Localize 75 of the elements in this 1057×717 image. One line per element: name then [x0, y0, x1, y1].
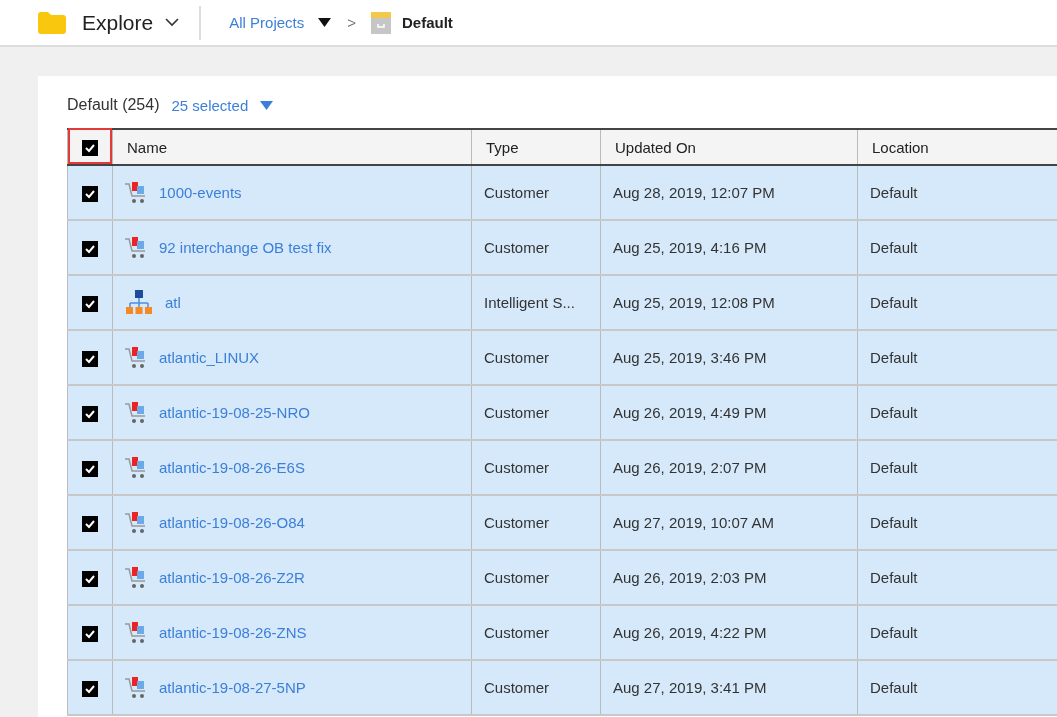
checkbox[interactable]	[82, 350, 98, 367]
shopping-cart-icon	[125, 564, 147, 591]
folder-count: Default (254)	[67, 96, 160, 114]
shopping-cart-icon	[125, 399, 147, 426]
table-cell: Aug 26, 2019, 4:49 PM	[600, 385, 858, 440]
checkbox[interactable]	[82, 460, 98, 477]
asset-link[interactable]: atlantic_LINUX	[159, 349, 260, 366]
table-cell: Customer	[471, 165, 601, 220]
asset-link[interactable]: atlantic-19-08-26-Z2R	[159, 569, 305, 586]
table-cell: Aug 26, 2019, 4:22 PM	[600, 605, 858, 660]
table-cell: Default	[857, 165, 1057, 220]
checkbox[interactable]	[82, 240, 98, 257]
table-cell: Default	[857, 495, 1057, 550]
column-header[interactable]: Location	[857, 129, 1057, 165]
table-cell: Aug 27, 2019, 3:41 PM	[600, 660, 858, 715]
table-cell: Default	[857, 220, 1057, 275]
table-cell: Default	[857, 660, 1057, 715]
table-cell: Default	[857, 275, 1057, 330]
shopping-cart-icon	[125, 179, 147, 206]
table-cell: Customer	[471, 550, 601, 605]
page-title: Explore	[82, 10, 154, 35]
table-cell: Customer	[471, 660, 601, 715]
hierarchy-icon	[125, 289, 153, 316]
shopping-cart-icon	[125, 344, 147, 371]
checkbox[interactable]	[82, 680, 98, 697]
checkbox[interactable]	[82, 405, 98, 422]
folder-icon	[38, 11, 66, 34]
column-header[interactable]: Updated On	[600, 129, 858, 165]
table-cell: Customer	[471, 495, 601, 550]
checkbox[interactable]	[82, 295, 98, 312]
shopping-cart-icon	[125, 234, 147, 261]
table-cell: Customer	[471, 440, 601, 495]
table-cell: Default	[857, 440, 1057, 495]
asset-link[interactable]: 92 interchange OB test fix	[159, 239, 332, 256]
table-cell: Aug 26, 2019, 2:03 PM	[600, 550, 858, 605]
checkbox[interactable]	[82, 185, 98, 202]
dropdown-caret-icon[interactable]	[318, 18, 332, 27]
checkbox[interactable]	[82, 570, 98, 587]
table-cell: Customer	[471, 330, 601, 385]
asset-link[interactable]: atlantic-19-08-25-NRO	[159, 404, 310, 421]
table-cell: Default	[857, 385, 1057, 440]
shopping-cart-icon	[125, 509, 147, 536]
breadcrumb-separator: >	[347, 14, 356, 31]
asset-link[interactable]: atlantic-19-08-26-E6S	[159, 459, 305, 476]
breadcrumb-current: Default	[402, 14, 453, 31]
table-cell: Default	[857, 330, 1057, 385]
checkbox[interactable]	[82, 625, 98, 642]
shopping-cart-icon	[125, 674, 147, 701]
asset-link[interactable]: atlantic-19-08-27-5NP	[159, 679, 306, 696]
table-cell: Aug 25, 2019, 4:16 PM	[600, 220, 858, 275]
table-cell: Aug 25, 2019, 12:08 PM	[600, 275, 858, 330]
chevron-down-icon[interactable]	[165, 18, 180, 27]
table-cell: Customer	[471, 385, 601, 440]
table-cell: Customer	[471, 220, 601, 275]
column-header[interactable]: Type	[471, 129, 601, 165]
table-cell: Default	[857, 605, 1057, 660]
checkbox[interactable]	[82, 515, 98, 532]
asset-link[interactable]: atl	[165, 294, 181, 311]
archive-box-icon	[370, 11, 392, 34]
breadcrumb-link[interactable]: All Projects	[229, 14, 305, 31]
asset-link[interactable]: atlantic-19-08-26-ZNS	[159, 624, 307, 641]
selection-dropdown[interactable]: 25 selected	[171, 96, 249, 114]
table-cell: Aug 25, 2019, 3:46 PM	[600, 330, 858, 385]
table-cell: Default	[857, 550, 1057, 605]
table-cell: Aug 28, 2019, 12:07 PM	[600, 165, 858, 220]
table-cell: Customer	[471, 605, 601, 660]
asset-link[interactable]: atlantic-19-08-26-O84	[159, 514, 305, 531]
column-header[interactable]: Name	[112, 129, 472, 165]
shopping-cart-icon	[125, 454, 147, 481]
checkbox[interactable]	[82, 140, 98, 156]
shopping-cart-icon	[125, 619, 147, 646]
asset-link[interactable]: 1000-events	[159, 184, 242, 201]
table-cell: Aug 26, 2019, 2:07 PM	[600, 440, 858, 495]
table-cell: Intelligent S...	[471, 275, 601, 330]
table-cell: Aug 27, 2019, 10:07 AM	[600, 495, 858, 550]
